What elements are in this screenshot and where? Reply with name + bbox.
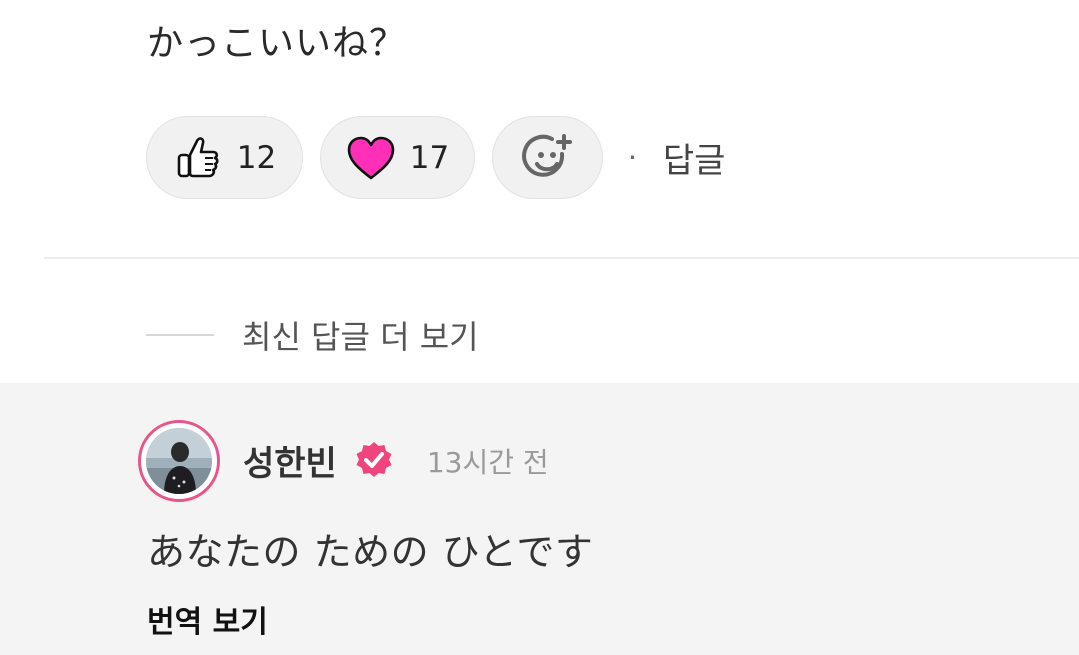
more-replies-line (146, 334, 214, 336)
divider (44, 257, 1079, 259)
reaction-row: 12 17 · 답글 (146, 116, 725, 199)
avatar[interactable] (138, 420, 220, 502)
add-reaction-icon (521, 132, 574, 184)
heart-reaction-button[interactable]: 17 (320, 116, 475, 199)
avatar-image (146, 428, 212, 494)
add-reaction-button[interactable] (492, 116, 603, 199)
reply-text: あなたの ための ひとです (147, 530, 594, 574)
like-count: 12 (236, 139, 277, 176)
like-reaction-button[interactable]: 12 (146, 116, 303, 199)
verified-badge-icon (353, 440, 395, 482)
more-replies-label: 최신 답글 더 보기 (242, 318, 479, 356)
reply-header: 성한빈 13시간 전 (243, 436, 549, 485)
heart-count: 17 (409, 139, 450, 176)
author-name[interactable]: 성한빈 (243, 436, 337, 485)
heart-icon (346, 135, 396, 181)
thumbs-up-icon (173, 133, 223, 183)
reply-button[interactable]: 답글 (663, 133, 726, 182)
timestamp: 13시간 전 (426, 445, 549, 479)
translate-button[interactable]: 번역 보기 (147, 597, 268, 641)
more-replies-link[interactable]: 최신 답글 더 보기 (146, 312, 479, 358)
separator-dot: · (628, 141, 637, 174)
comment-text: かっこいいね？ (147, 23, 407, 64)
comment-block: かっこいいね？ 12 17 · 답글 최신 답글 더 보기 (0, 0, 1079, 383)
